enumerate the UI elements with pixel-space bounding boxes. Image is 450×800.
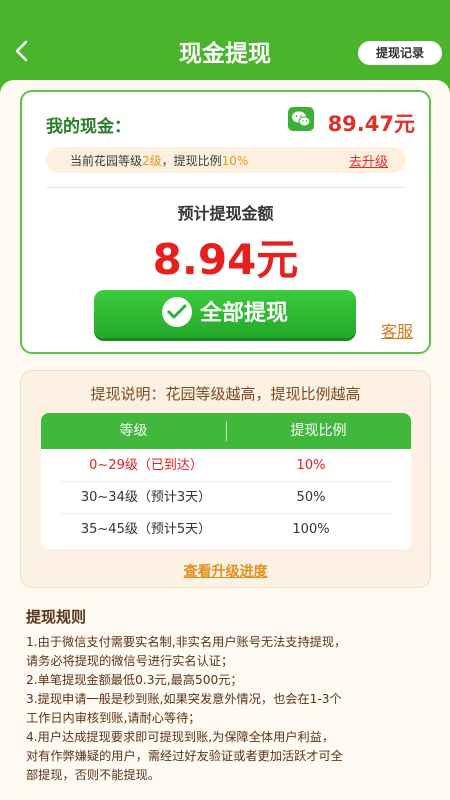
ratio-table: 等级 提现比例 0~29级（已到达） 10% 30~34级（预计3天） 50% … [41, 413, 411, 549]
ratio-value: 10% [221, 154, 249, 168]
table-row: 0~29级（已到达） 10% [61, 450, 391, 482]
header-bar: 现金提现 提现记录 [0, 0, 450, 90]
table-row: 30~34级（预计3天） 50% [61, 482, 391, 514]
rule-line: 2.单笔提现金额最低0.3元,最高500元； [26, 673, 243, 687]
row-ratio: 100% [292, 522, 330, 537]
withdraw-info-card: 提现说明：花园等级越高，提现比例越高 等级 提现比例 0~29级（已到达） 10… [20, 370, 431, 588]
row-ratio: 10% [296, 458, 326, 473]
row-level: 35~45级（预计5天） [80, 522, 212, 537]
rule-line: 请务必将提现的微信号进行实名认证； [26, 654, 234, 668]
rule-line: 4.用户达成提现要求即可提现到账,为保障全体用户利益， [26, 730, 335, 744]
level-bar: 当前花园等级2级，提现比例10% 去升级 [46, 147, 406, 173]
info-title: 提现说明：花园等级越高，提现比例越高 [90, 385, 361, 403]
column-header-level: 等级 [119, 423, 148, 439]
rules-section: 提现规则 1.由于微信支付需要实名制,非实名用户账号无法支持提现， 请务必将提现… [26, 606, 436, 785]
rule-line: 部提现，否则不能提现。 [26, 768, 161, 782]
table-header: 等级 提现比例 [41, 413, 411, 449]
row-level: 30~34级（预计3天） [80, 490, 212, 505]
wechat-pay-icon [161, 297, 192, 327]
ratio-prefix: ，提现比例 [161, 154, 222, 168]
cash-amount: 89.47元 [327, 112, 415, 136]
rule-line: 1.由于微信支付需要实名制,非实名用户账号无法支持提现， [26, 635, 347, 649]
level-prefix: 当前花园等级 [70, 154, 143, 168]
withdraw-all-button[interactable]: 全部提现 [94, 290, 356, 338]
column-header-ratio: 提现比例 [290, 423, 347, 439]
rules-title: 提现规则 [26, 608, 87, 626]
cash-label: 我的现金： [46, 117, 131, 137]
cash-card: 我的现金： 89.47元 当前花园等级2级，提现比例10% 去升级 预计提现金额… [20, 90, 431, 354]
view-progress-link[interactable]: 查看升级进度 [21, 561, 430, 581]
row-level: 0~29级（已到达） [89, 458, 203, 473]
estimate-amount: 8.94元 [152, 235, 299, 284]
wechat-icon [288, 107, 314, 131]
rule-line: 工作日内审核到账,请耐心等待； [26, 711, 201, 725]
customer-service-link[interactable]: 客服 [381, 318, 413, 342]
rule-line: 对有作弊嫌疑的用户，需经过好友验证或者更加活跃才可全 [26, 749, 343, 763]
level-info: 当前花园等级2级，提现比例10% [70, 152, 248, 169]
divider [46, 187, 406, 188]
table-row: 35~45级（预计5天） 100% [61, 514, 391, 546]
upgrade-link[interactable]: 去升级 [349, 151, 388, 170]
rule-line: 3.提现申请一般是秒到账,如果突发意外情况，也会在1-3个 [26, 692, 342, 706]
level-value: 2级 [142, 154, 162, 168]
withdraw-record-button[interactable]: 提现记录 [358, 41, 442, 65]
withdraw-all-label: 全部提现 [199, 301, 288, 326]
estimate-label: 预计提现金额 [177, 204, 274, 223]
row-ratio: 50% [296, 490, 326, 505]
